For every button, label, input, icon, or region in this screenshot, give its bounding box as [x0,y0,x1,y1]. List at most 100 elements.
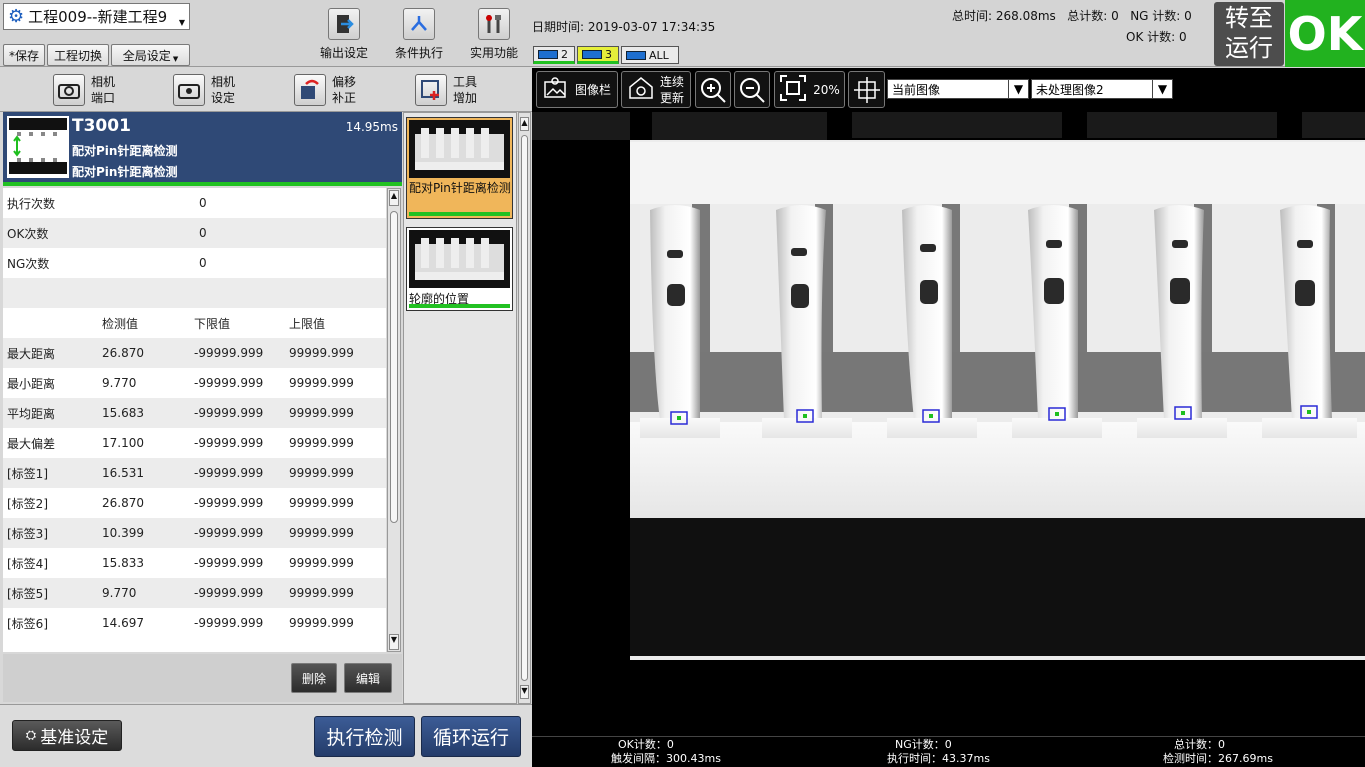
offset-icon [294,74,326,106]
export-icon [328,8,360,40]
camera-settings-button[interactable]: 相机 设定 [173,72,235,108]
add-tool-button[interactable]: 工具 增加 [415,72,477,108]
total-count-label: 总计数：0 [1174,738,1225,751]
inspection-image [532,112,1365,736]
datetime-display: 日期时间: 2019-03-07 17:34:35 [532,20,716,34]
tool-subname: 配对Pin针距离检测 [72,165,178,179]
offset-correction-button[interactable]: 偏移 补正 [294,72,356,108]
top-bar: ⚙ 工程009--新建工程9 ▼ *保存 工程切换 全局设定 ▼ 输出设定 条件执… [0,0,1365,67]
table-row: [标签2] 26.870 -99999.999 99999.999 [3,488,386,518]
table-row: 平均距离 15.683 -99999.999 99999.999 [3,398,386,428]
region-select-icon[interactable] [848,71,885,108]
chevron-down-icon: ▼ [178,18,185,27]
action-area: 删除 编辑 [3,654,402,702]
tool-status-bar [3,182,402,186]
table-row: OK次数 0 [3,218,386,248]
camera-icon [53,74,85,106]
edit-button[interactable]: 编辑 [344,663,392,693]
utility-button[interactable]: 实用功能 [463,8,525,63]
baseline-settings-button[interactable]: ⛭ 基准设定 [12,720,122,751]
scroll-down-icon[interactable]: ▼ [520,685,529,699]
zoom-in-icon[interactable] [695,71,731,108]
add-tool-icon [415,74,447,106]
scroll-up-icon[interactable]: ▲ [389,190,399,206]
trigger-interval: 触发间隔：300.43ms [611,752,721,765]
scroll-thumb[interactable] [521,135,528,681]
param-table: 执行次数 0 OK次数 0 NG次数 0 检测值 下限值 上限值 最大距离 26.870 -9… [3,188,386,652]
conditional-exec-button[interactable]: 条件执行 [388,8,450,63]
total-time: 总时间: 268.08ms [952,9,1056,23]
ok-count: OK 计数: 0 [1126,30,1187,44]
raw-image-select[interactable]: 未处理图像2 ▼ [1031,79,1173,99]
fit-screen-icon [779,74,807,105]
chevron-down-icon: ▼ [172,55,179,63]
left-footer: ⛭ 基准设定 执行检测 循环运行 [0,704,532,767]
stats-line1: 总时间: 268.08ms 总计数: 0 NG 计数: 0 [952,7,1192,24]
loop-run-button[interactable]: 循环运行 [421,716,521,757]
tool-list-item[interactable]: 配对Pin针距离检测 [406,117,513,219]
camera-tab-2[interactable]: 2 [533,46,575,64]
tool-preview-image [409,120,510,178]
dropdown-arrow-icon: ▼ [1008,80,1028,98]
zoom-out-icon[interactable] [734,71,770,108]
scroll-thumb[interactable] [390,211,398,523]
table-row: [标签5] 9.770 -99999.999 99999.999 [3,578,386,608]
continuous-update-button[interactable]: 连续 更新 [621,71,691,108]
camera-tab-3[interactable]: 3 [577,46,619,64]
global-settings-button[interactable]: 全局设定 ▼ [111,44,190,66]
delete-button[interactable]: 删除 [291,663,337,693]
table-row: [标签4] 15.833 -99999.999 99999.999 [3,548,386,578]
tool-list-scrollbar[interactable]: ▲ ▼ [518,112,531,704]
table-header: 检测值 下限值 上限值 [102,316,326,331]
table-row: 最大偏差 17.100 -99999.999 99999.999 [3,428,386,458]
tool-list: 配对Pin针距离检测 轮廓的位置 [403,112,517,704]
camera-tab-all[interactable]: ALL [621,46,679,64]
tool-id: T3001 [72,116,131,136]
tool-thumbnail [7,116,69,178]
tool-status-bar [409,212,510,216]
tool-header[interactable]: T3001 配对Pin针距离检测 配对Pin针距离检测 14.95ms [3,112,402,182]
dropdown-arrow-icon: ▼ [1152,80,1172,98]
image-bar-button[interactable]: 图像栏 [536,71,618,108]
settings-icon: ⛭ [25,728,37,743]
ng-count-label: NG计数：0 [895,738,952,751]
table-row: NG次数 0 [7,256,207,271]
scroll-down-icon[interactable]: ▼ [389,634,399,650]
output-settings-button[interactable]: 输出设定 [313,8,375,63]
tools-icon [478,8,510,40]
ng-count: NG 计数: 0 [1130,9,1192,23]
camera-settings-icon [173,74,205,106]
branch-icon [403,8,435,40]
result-ok-indicator: OK [1285,0,1365,67]
setup-toolbar: 相机 端口 相机 设定 偏移 补正 工具 增加 [0,68,532,112]
table-row: [标签1] 16.531 -99999.999 99999.999 [3,458,386,488]
exec-time: 执行时间：43.37ms [887,752,990,765]
camera-port-button[interactable]: 相机 端口 [53,72,115,108]
project-switch-button[interactable]: 工程切换 [47,44,109,66]
tool-list-item[interactable]: 轮廓的位置 [406,227,513,311]
tool-list-label: 配对Pin针距离检测 [409,181,511,195]
save-button[interactable]: *保存 [3,44,45,66]
current-image-select[interactable]: 当前图像 ▼ [887,79,1029,99]
table-row: 最大距离 26.870 -99999.999 99999.999 [3,338,386,368]
image-viewport[interactable] [532,112,1365,736]
tool-status-bar [409,304,510,308]
table-row: [标签6] 14.697 -99999.999 99999.999 [3,608,386,638]
total-count: 总计数: 0 [1067,9,1119,23]
project-title: 工程009--新建工程9 [28,8,168,26]
tool-time: 14.95ms [345,120,398,134]
table-row: 最小距离 9.770 -99999.999 99999.999 [3,368,386,398]
image-icon [543,77,567,102]
table-scrollbar[interactable]: ▲ ▼ [387,188,401,652]
project-selector[interactable]: ⚙ 工程009--新建工程9 ▼ [3,3,190,30]
camera-icon [582,49,602,59]
status-footer: OK计数：0 触发间隔：300.43ms NG计数：0 执行时间：43.37ms… [532,736,1365,767]
execute-detection-button[interactable]: 执行检测 [314,716,415,757]
fit-zoom-button[interactable]: 20% [774,71,845,108]
switch-to-run-button[interactable]: 转至 运行 [1214,2,1284,66]
scroll-up-icon[interactable]: ▲ [520,117,529,131]
home-camera-icon [628,76,654,103]
table-spacer [3,278,386,308]
tool-name: 配对Pin针距离检测 [72,144,178,158]
camera-icon [538,49,558,59]
